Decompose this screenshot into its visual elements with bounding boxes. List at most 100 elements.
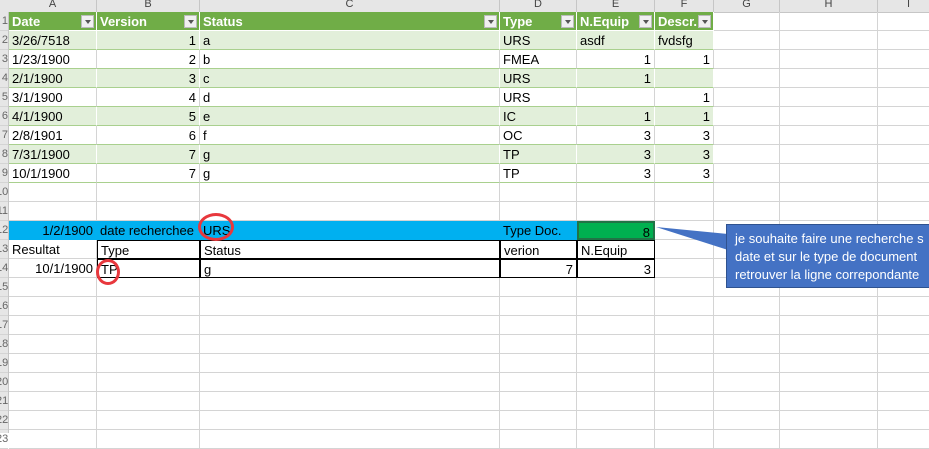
empty-cell[interactable] [714, 316, 780, 335]
table-cell[interactable]: 1 [577, 50, 655, 69]
empty-cell[interactable] [878, 69, 929, 88]
search-type-cell[interactable]: URS [200, 221, 500, 240]
table-cell[interactable]: URS [500, 88, 577, 107]
filter-dropdown-icon[interactable] [639, 15, 652, 28]
table-cell[interactable]: 4 [97, 88, 200, 107]
table-cell[interactable]: 3 [655, 145, 714, 164]
result-header[interactable]: Type [97, 240, 200, 259]
empty-cell[interactable] [577, 411, 655, 430]
row-header[interactable]: 14 [0, 259, 8, 278]
row-header[interactable]: 13 [0, 240, 8, 259]
empty-cell[interactable] [500, 411, 577, 430]
table-cell[interactable] [577, 88, 655, 107]
empty-cell[interactable] [9, 392, 97, 411]
filter-dropdown-icon[interactable] [81, 15, 94, 28]
empty-cell[interactable] [577, 316, 655, 335]
empty-cell[interactable] [500, 354, 577, 373]
empty-cell[interactable] [878, 316, 929, 335]
empty-cell[interactable] [878, 88, 929, 107]
table-header-version[interactable]: Version [97, 12, 200, 31]
table-cell[interactable]: g [200, 145, 500, 164]
table-cell[interactable]: 1 [97, 31, 200, 50]
empty-cell[interactable] [577, 183, 655, 202]
empty-cell[interactable] [714, 31, 780, 50]
empty-cell[interactable] [200, 202, 500, 221]
column-header-F[interactable]: F [655, 0, 714, 12]
empty-cell[interactable] [577, 335, 655, 354]
result-value[interactable]: g [200, 259, 500, 278]
empty-cell[interactable] [97, 316, 200, 335]
empty-cell[interactable] [714, 164, 780, 183]
empty-cell[interactable] [577, 373, 655, 392]
empty-cell[interactable] [577, 202, 655, 221]
table-cell[interactable]: 7 [97, 145, 200, 164]
row-header[interactable]: 21 [0, 392, 8, 411]
table-cell[interactable]: d [200, 88, 500, 107]
empty-cell[interactable] [655, 259, 714, 278]
table-cell[interactable]: 3 [577, 126, 655, 145]
empty-cell[interactable] [577, 354, 655, 373]
empty-cell[interactable] [780, 316, 878, 335]
table-header-status[interactable]: Status [200, 12, 500, 31]
table-cell[interactable]: FMEA [500, 50, 577, 69]
search-date-cell[interactable]: 1/2/1900 [9, 221, 97, 240]
empty-cell[interactable] [878, 335, 929, 354]
table-header-descr[interactable]: Descr. [655, 12, 714, 31]
empty-cell[interactable] [780, 335, 878, 354]
table-cell[interactable]: 1 [655, 107, 714, 126]
table-cell[interactable]: 1 [577, 69, 655, 88]
empty-cell[interactable] [714, 88, 780, 107]
table-cell[interactable]: URS [500, 31, 577, 50]
result-value[interactable]: 7 [500, 259, 577, 278]
row-header[interactable]: 22 [0, 411, 8, 430]
empty-cell[interactable] [780, 202, 878, 221]
row-header[interactable]: 10 [0, 183, 8, 202]
result-value[interactable]: 3 [577, 259, 655, 278]
empty-cell[interactable] [97, 335, 200, 354]
column-header-C[interactable]: C [200, 0, 500, 12]
row-header[interactable]: 8 [0, 145, 8, 164]
table-cell[interactable]: 7/31/1900 [9, 145, 97, 164]
empty-cell[interactable] [780, 164, 878, 183]
empty-cell[interactable] [878, 12, 929, 31]
empty-cell[interactable] [200, 316, 500, 335]
empty-cell[interactable] [878, 354, 929, 373]
table-cell[interactable]: 6 [97, 126, 200, 145]
table-cell[interactable]: 4/1/1900 [9, 107, 97, 126]
column-header-A[interactable]: A [9, 0, 97, 12]
empty-cell[interactable] [878, 50, 929, 69]
empty-cell[interactable] [655, 335, 714, 354]
empty-cell[interactable] [780, 88, 878, 107]
table-cell[interactable]: IC [500, 107, 577, 126]
empty-cell[interactable] [9, 297, 97, 316]
table-cell[interactable]: 3 [97, 69, 200, 88]
empty-cell[interactable] [577, 278, 655, 297]
table-cell[interactable]: 3 [655, 126, 714, 145]
empty-cell[interactable] [714, 335, 780, 354]
row-header[interactable]: 4 [0, 69, 8, 88]
empty-cell[interactable] [780, 373, 878, 392]
empty-cell[interactable] [878, 297, 929, 316]
empty-cell[interactable] [714, 12, 780, 31]
empty-cell[interactable] [577, 392, 655, 411]
empty-cell[interactable] [714, 145, 780, 164]
empty-cell[interactable] [200, 373, 500, 392]
empty-cell[interactable] [9, 354, 97, 373]
table-cell[interactable]: 3 [577, 164, 655, 183]
empty-cell[interactable] [655, 278, 714, 297]
table-cell[interactable]: 2/1/1900 [9, 69, 97, 88]
search-type-label[interactable]: Type Doc. [500, 221, 577, 240]
empty-cell[interactable] [97, 411, 200, 430]
empty-cell[interactable] [878, 145, 929, 164]
row-header[interactable]: 18 [0, 335, 8, 354]
empty-cell[interactable] [97, 354, 200, 373]
table-cell[interactable]: 10/1/1900 [9, 164, 97, 183]
result-header[interactable]: verion [500, 240, 577, 259]
table-cell[interactable]: 5 [97, 107, 200, 126]
empty-cell[interactable] [200, 335, 500, 354]
table-cell[interactable]: 7 [97, 164, 200, 183]
table-cell[interactable]: 3/26/7518 [9, 31, 97, 50]
empty-cell[interactable] [780, 31, 878, 50]
row-header[interactable]: 2 [0, 31, 8, 50]
table-cell[interactable] [655, 69, 714, 88]
